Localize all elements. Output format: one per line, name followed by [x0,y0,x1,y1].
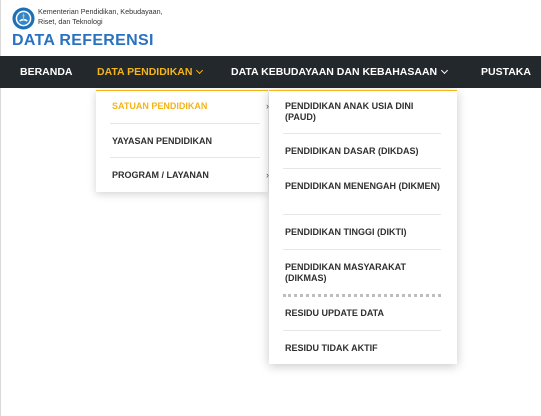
main-navbar: BERANDA DATA PENDIDIKAN DATA KEBUDAYAAN … [0,56,541,88]
nav-item-label: BERANDA [20,66,73,78]
submenu-item-paud[interactable]: PENDIDIKAN ANAK USIA DINI (PAUD) [285,101,445,123]
submenu-accent-line [269,90,457,91]
dropdown-item-program-layanan[interactable]: PROGRAM / LAYANAN [112,170,209,180]
ministry-line-2: Riset, dan Teknologi [38,16,103,26]
submenu-item-dikti[interactable]: PENDIDIKAN TINGGI (DIKTI) [285,227,445,238]
submenu-item-dikdas[interactable]: PENDIDIKAN DASAR (DIKDAS) [285,146,445,157]
submenu-divider [283,214,441,215]
ministry-line-1: Kementerian Pendidikan, Kebudayaan, [38,7,163,16]
submenu-item-residu-tidak-aktif[interactable]: RESIDU TIDAK AKTIF [285,343,445,354]
dropdown-item-label: PROGRAM / LAYANAN [112,170,209,180]
submenu-divider [283,133,441,134]
nav-item-data-kebudayaan[interactable]: DATA KEBUDAYAAN DAN KEBAHASAAN [231,56,449,88]
submenu-item-dikmas[interactable]: PENDIDIKAN MASYARAKAT (DIKMAS) [285,262,445,284]
nav-item-pustaka[interactable]: PUSTAKA [481,56,531,88]
satuan-pendidikan-submenu: PENDIDIKAN ANAK USIA DINI (PAUD) PENDIDI… [269,90,457,364]
ministry-name: Kementerian Pendidikan, Kebudayaan, Rise… [38,7,198,26]
submenu-dotted-divider [283,294,441,297]
submenu-item-dikmen[interactable]: PENDIDIKAN MENENGAH (DIKMEN) [285,181,445,192]
dropdown-item-label: SATUAN PENDIDIKAN [112,101,208,111]
nav-item-data-pendidikan[interactable]: DATA PENDIDIKAN [97,56,204,88]
dropdown-accent-line [96,90,268,91]
chevron-down-icon [196,66,204,75]
submenu-divider [283,249,441,250]
nav-item-beranda[interactable]: BERANDA [20,56,73,88]
dropdown-divider [110,157,260,158]
dropdown-divider [110,123,260,124]
tut-wuri-handayani-logo-icon [12,7,35,30]
site-title[interactable]: DATA REFERENSI [12,32,154,50]
submenu-item-residu-update-data[interactable]: RESIDU UPDATE DATA [285,308,445,319]
dropdown-item-label: YAYASAN PENDIDIKAN [112,136,213,146]
dropdown-item-yayasan-pendidikan[interactable]: YAYASAN PENDIDIKAN [112,136,212,146]
nav-item-label: DATA KEBUDAYAAN DAN KEBAHASAAN [231,66,438,78]
nav-item-label: DATA PENDIDIKAN [97,66,193,78]
submenu-divider [283,168,441,169]
data-pendidikan-dropdown: SATUAN PENDIDIKAN › YAYASAN PENDIDIKAN P… [96,90,269,192]
chevron-down-icon [441,66,449,75]
nav-item-label: PUSTAKA [481,66,531,78]
submenu-divider [283,330,441,331]
dropdown-item-satuan-pendidikan[interactable]: SATUAN PENDIDIKAN [112,101,207,111]
